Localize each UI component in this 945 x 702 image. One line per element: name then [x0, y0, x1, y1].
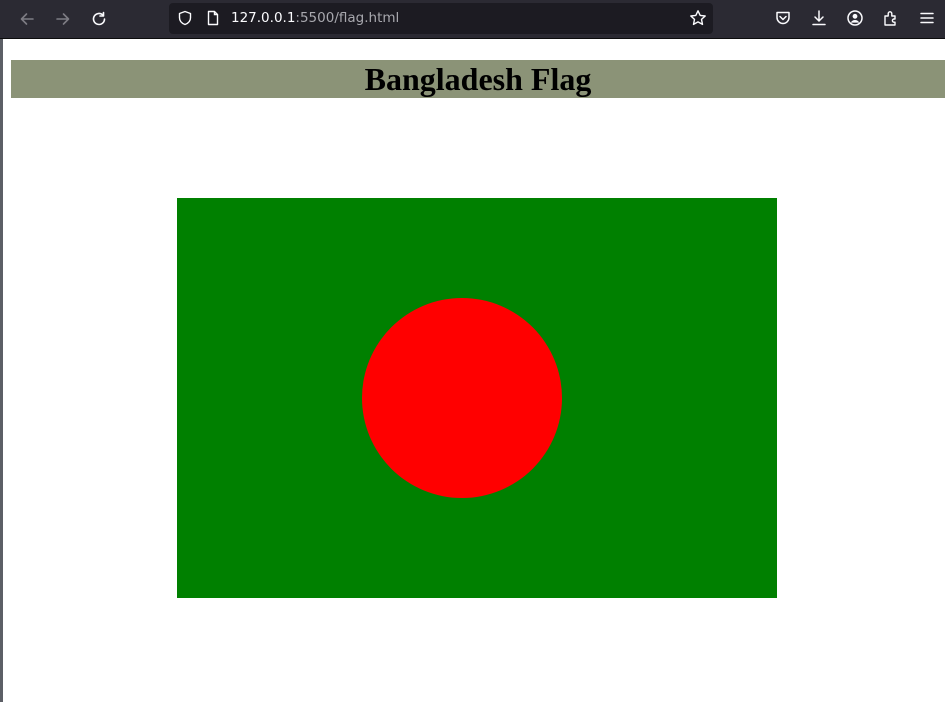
bangladesh-flag [177, 198, 777, 598]
url-path: :5500/flag.html [295, 10, 400, 26]
account-icon[interactable] [845, 8, 865, 28]
star-icon[interactable] [689, 9, 707, 27]
flag-graphic [177, 198, 777, 598]
back-arrow-icon[interactable] [14, 6, 40, 32]
url-bar[interactable]: 127.0.0.1:5500/flag.html [169, 3, 713, 34]
hamburger-menu-icon[interactable] [917, 8, 937, 28]
page-title: Bangladesh Flag [364, 61, 592, 97]
url-text[interactable]: 127.0.0.1:5500/flag.html [231, 10, 399, 27]
url-host: 127.0.0.1 [231, 10, 296, 26]
page-icon [205, 10, 221, 26]
browser-toolbar: 127.0.0.1:5500/flag.html [0, 0, 945, 39]
title-banner: Bangladesh Flag [11, 60, 945, 98]
reload-icon[interactable] [86, 6, 112, 32]
page-content: Bangladesh Flag [3, 39, 945, 702]
pocket-icon[interactable] [773, 8, 793, 28]
shield-icon[interactable] [177, 10, 193, 26]
flag-red-disc [362, 298, 562, 498]
extensions-icon[interactable] [881, 8, 901, 28]
forward-arrow-icon[interactable] [50, 6, 76, 32]
download-icon[interactable] [809, 8, 829, 28]
